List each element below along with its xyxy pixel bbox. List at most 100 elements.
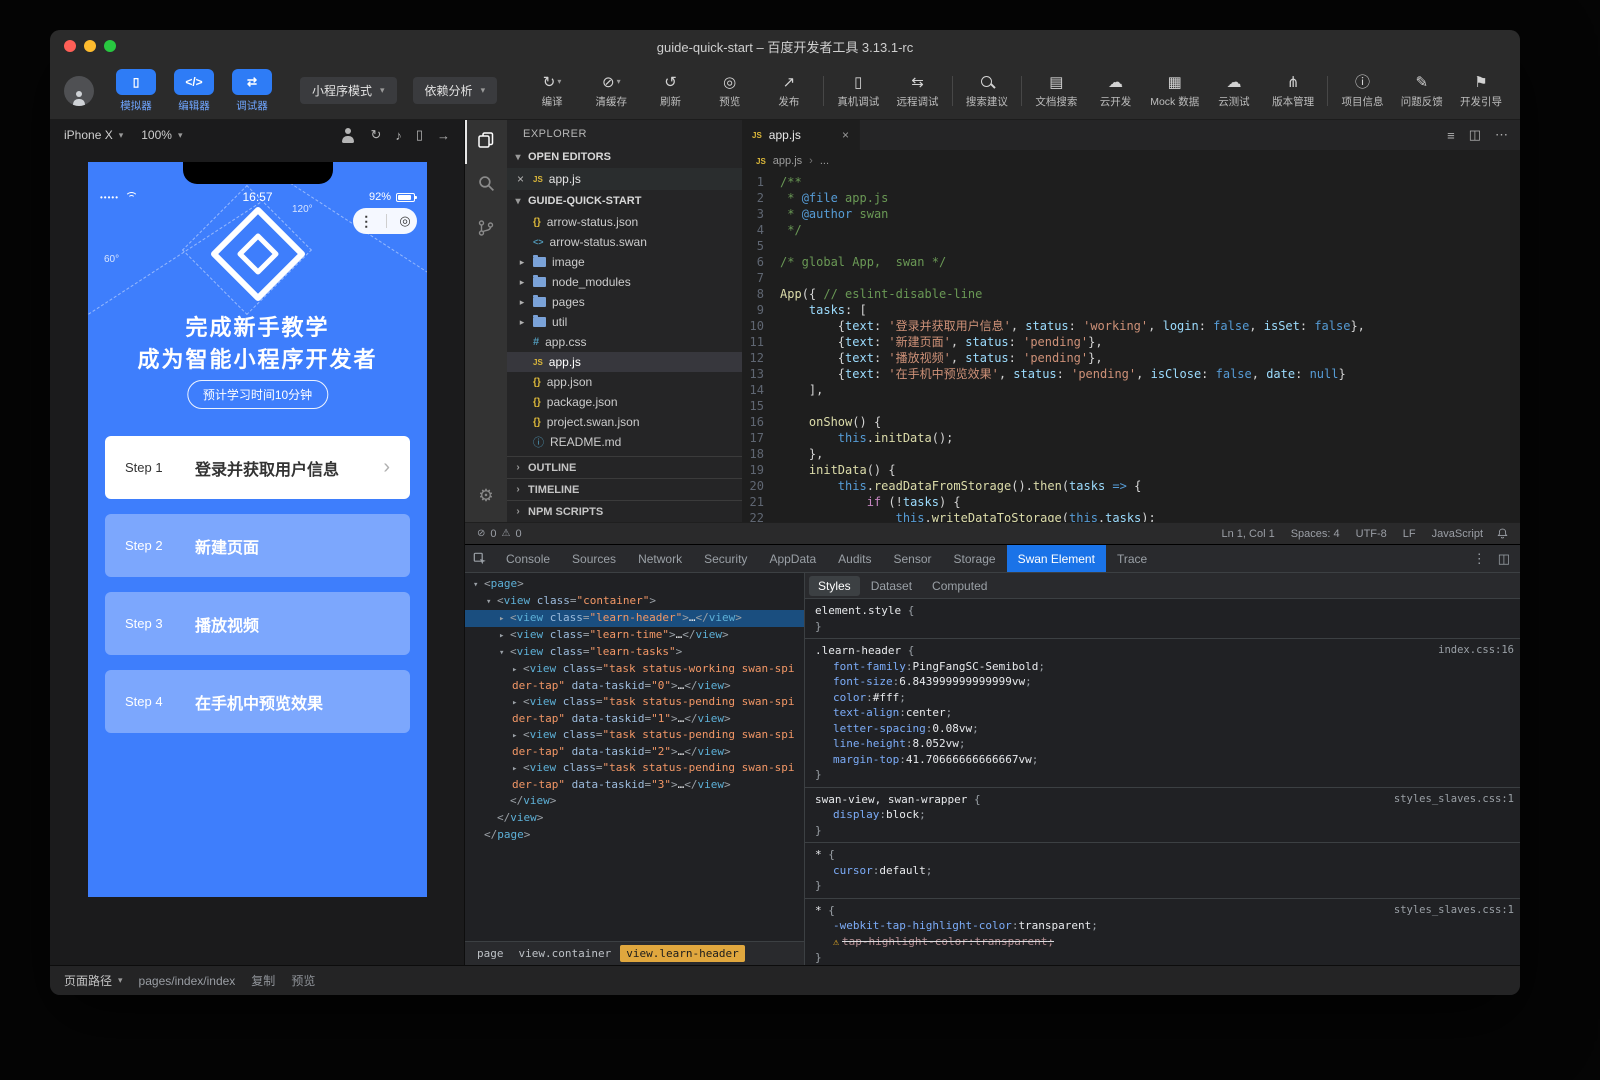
status-item[interactable]: JavaScript	[1432, 528, 1483, 540]
element-node[interactable]: ▸<view class="task status-pending swan-s…	[465, 760, 804, 793]
element-node[interactable]: </view>	[465, 810, 804, 827]
action-compile[interactable]: ↻▾编译	[527, 73, 577, 109]
close-tab-icon[interactable]: ×	[842, 128, 849, 142]
element-node[interactable]: ▸<view class="learn-header">…</view>	[465, 610, 804, 627]
element-node[interactable]: ▾<view class="learn-tasks">	[465, 644, 804, 661]
device-select[interactable]: iPhone X▾	[64, 128, 123, 142]
action-version[interactable]: ⋔版本管理	[1268, 73, 1318, 109]
breadcrumb-view.learn-header[interactable]: view.learn-header	[620, 945, 745, 962]
action-device-debug[interactable]: ▯真机调试	[833, 73, 883, 109]
css-property[interactable]: display:block;	[815, 807, 1514, 823]
css-property[interactable]: -webkit-tap-highlight-color:transparent;	[815, 918, 1514, 934]
css-property[interactable]: ⚠tap-highlight-color:transparent;	[815, 934, 1514, 951]
rotate-icon[interactable]: ↻	[370, 127, 381, 143]
devtools-tab-trace[interactable]: Trace	[1106, 545, 1158, 572]
css-property[interactable]: font-family:PingFangSC-Semibold;	[815, 659, 1514, 675]
path-dropdown[interactable]: 页面路径▾	[64, 972, 123, 989]
more-vertical-icon[interactable]: ⋮	[1473, 551, 1486, 567]
section-timeline[interactable]: ›TIMELINE	[507, 478, 742, 500]
status-item[interactable]: LF	[1403, 528, 1416, 540]
css-property[interactable]: line-height:8.052vw;	[815, 736, 1514, 752]
minimize-window-button[interactable]	[84, 40, 96, 52]
activity-search[interactable]	[465, 164, 507, 208]
inspect-element-icon[interactable]	[465, 545, 495, 572]
mode-button-editor[interactable]: </>编辑器	[174, 69, 214, 113]
project-header[interactable]: ▾GUIDE-QUICK-START	[507, 190, 742, 212]
close-window-button[interactable]	[64, 40, 76, 52]
css-property[interactable]: letter-spacing:0.08vw;	[815, 721, 1514, 737]
devtools-tab-network[interactable]: Network	[627, 545, 693, 572]
element-node[interactable]: ▸<view class="task status-pending swan-s…	[465, 727, 804, 760]
more-actions-icon[interactable]: ⋯	[1495, 127, 1508, 143]
preview-button[interactable]: 预览	[291, 972, 315, 989]
action-refresh[interactable]: ↺刷新	[646, 73, 696, 109]
action-doc-search[interactable]: ▤文档搜索	[1031, 73, 1081, 109]
tree-item-app.json[interactable]: {}app.json	[507, 372, 742, 392]
devtools-tab-appdata[interactable]: AppData	[758, 545, 827, 572]
section-outline[interactable]: ›OUTLINE	[507, 456, 742, 478]
editor-breadcrumb[interactable]: JS app.js › ...	[742, 150, 1520, 172]
status-item[interactable]: Ln 1, Col 1	[1222, 528, 1275, 540]
action-project-info[interactable]: ⓘ项目信息	[1338, 73, 1388, 109]
sound-icon[interactable]: ♪	[395, 128, 402, 143]
mode-button-simulator[interactable]: ▯模拟器	[116, 69, 156, 113]
dropdown-analysis[interactable]: 依赖分析▾	[413, 77, 498, 104]
tree-item-node_modules[interactable]: ▸node_modules	[507, 272, 742, 292]
status-problems[interactable]: ⊘0 ⚠0	[477, 528, 522, 540]
devtools-tab-sensor[interactable]: Sensor	[883, 545, 943, 572]
action-remote-debug[interactable]: ⇆远程调试	[893, 73, 943, 109]
css-property[interactable]: margin-top:41.70666666666667vw;	[815, 752, 1514, 768]
avatar[interactable]	[64, 76, 94, 106]
split-editor-icon[interactable]: ◫	[1469, 127, 1481, 143]
step-card-3[interactable]: Step 3播放视频	[105, 592, 410, 655]
action-cloud-test[interactable]: ☁云测试	[1209, 73, 1259, 109]
section-npm-scripts[interactable]: ›NPM SCRIPTS	[507, 500, 742, 522]
element-node[interactable]: ▸<view class="task status-working swan-s…	[465, 661, 804, 694]
status-item[interactable]: UTF-8	[1356, 528, 1387, 540]
styles-tab-styles[interactable]: Styles	[809, 576, 860, 596]
tree-item-pages[interactable]: ▸pages	[507, 292, 742, 312]
styles-tab-dataset[interactable]: Dataset	[862, 576, 921, 596]
element-node[interactable]: </view>	[465, 793, 804, 810]
step-card-2[interactable]: Step 2新建页面	[105, 514, 410, 577]
element-node[interactable]: ▸<view class="learn-time">…</view>	[465, 627, 804, 644]
devtools-tab-security[interactable]: Security	[693, 545, 758, 572]
dropdown-mode[interactable]: 小程序模式▾	[300, 77, 397, 104]
breadcrumb-view.container[interactable]: view.container	[513, 945, 618, 962]
stylesheet-link[interactable]: styles_slaves.css:1	[1394, 792, 1514, 808]
status-item[interactable]: Spaces: 4	[1291, 528, 1340, 540]
tree-item-project.swan.json[interactable]: {}project.swan.json	[507, 412, 742, 432]
tree-item-app.js[interactable]: JSapp.js	[507, 352, 742, 372]
action-publish[interactable]: ↗发布	[764, 73, 814, 109]
close-app-icon[interactable]: ◎	[399, 213, 410, 229]
more-menu-icon[interactable]: ⋮	[359, 213, 373, 230]
tree-item-package.json[interactable]: {}package.json	[507, 392, 742, 412]
devtools-tab-storage[interactable]: Storage	[943, 545, 1007, 572]
stylesheet-link[interactable]: styles_slaves.css:1	[1394, 903, 1514, 919]
open-editors-header[interactable]: ▾OPEN EDITORS	[507, 146, 742, 168]
detach-window-icon[interactable]: →	[437, 128, 450, 143]
action-search-suggest[interactable]: 搜索建议	[962, 73, 1012, 109]
action-preview[interactable]: ◎预览	[705, 73, 755, 109]
zoom-window-button[interactable]	[104, 40, 116, 52]
notifications-bell-icon[interactable]	[1497, 527, 1508, 540]
mode-button-debugger[interactable]: ⇄调试器	[232, 69, 272, 113]
element-node[interactable]: ▸<view class="task status-pending swan-s…	[465, 694, 804, 727]
step-card-4[interactable]: Step 4在手机中预览效果	[105, 670, 410, 733]
step-card-1[interactable]: Step 1登录并获取用户信息›	[105, 436, 410, 499]
tree-item-arrow-status.json[interactable]: {}arrow-status.json	[507, 212, 742, 232]
css-property[interactable]: font-size:6.843999999999999vw;	[815, 674, 1514, 690]
element-node[interactable]: ▾<view class="container">	[465, 593, 804, 610]
devtools-tab-audits[interactable]: Audits	[827, 545, 882, 572]
account-icon[interactable]	[340, 127, 356, 143]
action-mock-data[interactable]: ▦Mock 数据	[1150, 73, 1200, 109]
tree-item-app.css[interactable]: #app.css	[507, 332, 742, 352]
devtools-tab-swan-element[interactable]: Swan Element	[1007, 545, 1106, 572]
css-property[interactable]: cursor:default;	[815, 863, 1514, 879]
breadcrumb-page[interactable]: page	[471, 945, 510, 962]
tree-item-util[interactable]: ▸util	[507, 312, 742, 332]
stylesheet-link[interactable]: index.css:16	[1438, 643, 1514, 659]
action-feedback[interactable]: ✎问题反馈	[1397, 73, 1447, 109]
dock-side-icon[interactable]: ◫	[1498, 551, 1510, 567]
open-editor-app.js[interactable]: ×JSapp.js	[507, 168, 742, 190]
